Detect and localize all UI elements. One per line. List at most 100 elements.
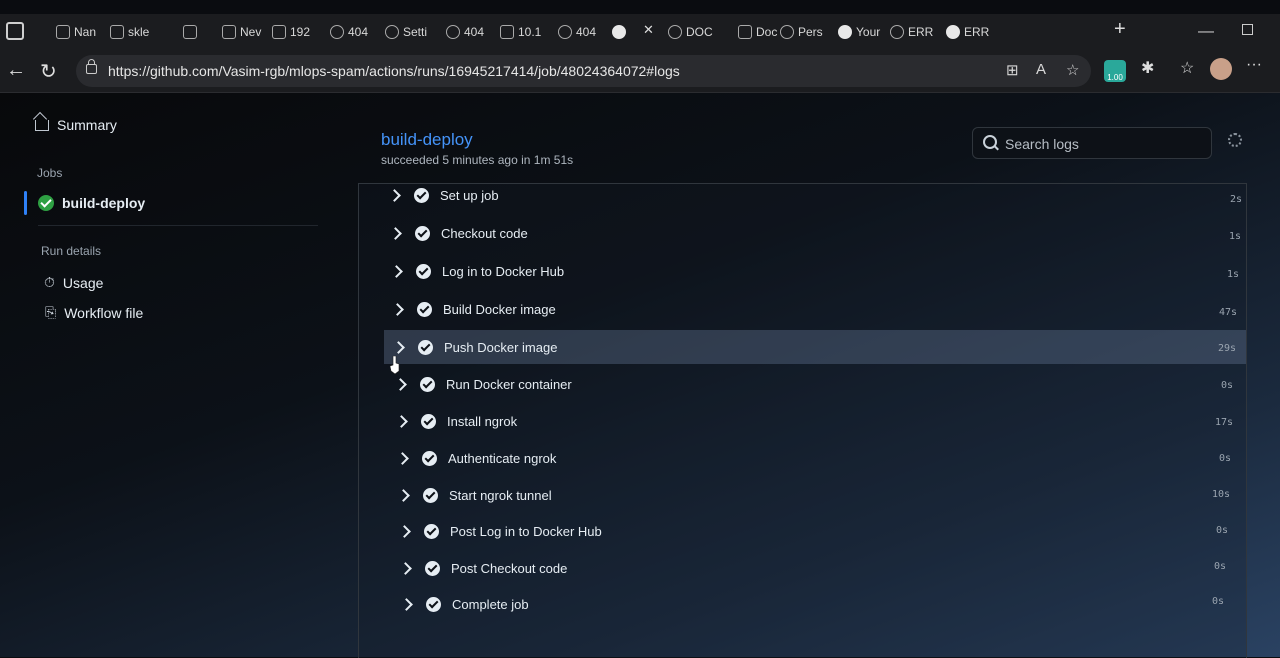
docker-icon <box>780 25 794 39</box>
success-check-icon <box>417 301 432 317</box>
browser-tab[interactable] <box>612 20 630 44</box>
workflow-file-label: Workflow file <box>64 304 144 321</box>
chevron-right-icon[interactable] <box>394 377 407 391</box>
lock-icon[interactable] <box>86 59 97 74</box>
step-row[interactable]: Post Log in to Docker Hub <box>390 514 910 548</box>
github-actions-page: Summary Jobs build-deploy Run details ⏱ … <box>0 93 1280 658</box>
read-aloud-icon[interactable]: A <box>1036 61 1046 78</box>
chevron-right-icon[interactable] <box>397 488 410 502</box>
page-icon <box>500 25 514 39</box>
chevron-right-icon[interactable] <box>392 340 405 354</box>
browser-tab[interactable]: 10.1 <box>500 20 541 44</box>
step-row[interactable]: Install ngrok <box>387 404 907 438</box>
browser-tab[interactable]: Setti <box>385 20 427 44</box>
browser-tab[interactable]: DOC <box>668 20 713 44</box>
success-check-icon <box>422 450 437 466</box>
browser-tab[interactable]: 404 <box>330 20 368 44</box>
workflow-file-link[interactable]: ⎘ Workflow file <box>45 304 143 321</box>
extensions-puzzle-icon[interactable]: ✱ <box>1141 58 1154 78</box>
browser-tab-label: Doc <box>756 25 778 39</box>
chevron-right-icon[interactable] <box>398 524 411 538</box>
step-row[interactable]: Log in to Docker Hub <box>382 254 902 288</box>
browser-tab[interactable]: ERR <box>890 20 933 44</box>
browser-tab-label: Nan <box>74 25 97 39</box>
step-name: Log in to Docker Hub <box>442 263 565 279</box>
home-icon <box>35 119 49 131</box>
step-duration: 0s <box>1219 453 1232 464</box>
summary-link[interactable]: Summary <box>35 117 117 133</box>
chevron-right-icon[interactable] <box>395 414 408 428</box>
chevron-right-icon[interactable] <box>388 188 401 202</box>
step-row[interactable]: Start ngrok tunnel <box>389 478 909 512</box>
success-check-icon <box>424 523 439 539</box>
chevron-right-icon[interactable] <box>399 561 412 575</box>
browser-tab[interactable]: 404 <box>446 20 484 44</box>
browser-tab[interactable]: ERR <box>946 20 989 44</box>
search-logs-input[interactable] <box>1003 134 1197 154</box>
job-title: build-deploy <box>381 130 473 149</box>
app-available-icon[interactable]: ⊞ <box>1006 61 1019 79</box>
refresh-icon[interactable]: ↻ <box>40 59 57 84</box>
address-bar[interactable]: https://github.com/Vasim-rgb/mlops-spam/… <box>76 55 1091 87</box>
step-row[interactable]: Post Checkout code <box>391 551 911 585</box>
success-check-icon <box>423 487 438 503</box>
jobs-heading: Jobs <box>37 166 63 180</box>
more-menu-icon[interactable]: ··· <box>1246 56 1262 74</box>
step-row[interactable]: Set up job <box>380 178 900 212</box>
step-name: Complete job <box>452 596 529 612</box>
favorites-icon[interactable]: ☆ <box>1180 58 1194 78</box>
browser-tab[interactable]: Your <box>838 20 880 44</box>
chevron-right-icon[interactable] <box>400 597 413 611</box>
minimize-icon[interactable]: — <box>1198 23 1214 41</box>
globe-icon <box>890 25 904 39</box>
url-text[interactable]: https://github.com/Vasim-rgb/mlops-spam/… <box>108 63 680 79</box>
globe-icon <box>330 25 344 39</box>
workspaces-icon[interactable] <box>6 22 24 40</box>
back-icon[interactable]: ← <box>6 59 26 82</box>
success-check-icon <box>425 560 440 576</box>
close-tab-icon[interactable]: ✕ <box>643 22 654 38</box>
n-icon <box>838 25 852 39</box>
globe-icon <box>446 25 460 39</box>
usage-link[interactable]: ⏱ Usage <box>44 274 103 291</box>
browser-tab-label: skle <box>128 25 150 39</box>
browser-tab[interactable]: 404 <box>558 20 596 44</box>
mouse-cursor-icon <box>390 356 400 374</box>
chevron-right-icon[interactable] <box>396 451 409 465</box>
step-row[interactable]: Build Docker image <box>383 292 903 326</box>
step-duration: 1s <box>1229 231 1242 242</box>
chevron-right-icon[interactable] <box>390 264 403 278</box>
browser-tab[interactable] <box>183 20 201 44</box>
chevron-right-icon[interactable] <box>391 302 404 316</box>
browser-tab[interactable]: Nan <box>56 20 96 44</box>
step-row[interactable]: Push Docker image <box>384 330 1246 364</box>
step-name: Post Checkout code <box>451 560 568 576</box>
favorite-star-icon[interactable]: ☆ <box>1066 61 1079 79</box>
browser-tab[interactable]: Nev <box>222 20 261 44</box>
globe-icon <box>558 25 572 39</box>
browser-tab-label: 404 <box>348 25 369 39</box>
browser-tab-label: Setti <box>403 25 428 39</box>
settings-gear-icon[interactable] <box>1228 133 1242 147</box>
sidebar-job-label: build-deploy <box>62 195 146 211</box>
profile-avatar[interactable] <box>1210 58 1232 80</box>
chevron-right-icon[interactable] <box>389 226 402 240</box>
step-duration: 47s <box>1219 307 1238 318</box>
sidebar-job-build-deploy[interactable]: build-deploy <box>38 195 145 211</box>
step-row[interactable]: Run Docker container <box>386 367 906 401</box>
step-row[interactable]: Checkout code <box>381 216 901 250</box>
browser-tab-label: ERR <box>908 25 934 39</box>
browser-tab[interactable]: Pers <box>780 20 823 44</box>
browser-tab[interactable]: skle <box>110 20 149 44</box>
new-tab-icon[interactable]: + <box>1114 18 1126 41</box>
browser-tab[interactable]: 192 <box>272 20 310 44</box>
step-row[interactable]: Authenticate ngrok <box>388 441 908 475</box>
extension-icon[interactable]: 1.00 <box>1104 60 1126 82</box>
browser-tab-label: 10.1 <box>518 25 542 39</box>
browser-toolbar: ← ↻ https://github.com/Vasim-rgb/mlops-s… <box>0 50 1280 93</box>
step-duration: 0s <box>1212 596 1225 607</box>
restore-icon[interactable] <box>1242 24 1253 35</box>
step-row[interactable]: Complete job <box>392 587 912 621</box>
browser-tab[interactable]: Doc <box>738 20 777 44</box>
search-logs-box[interactable] <box>972 127 1212 159</box>
